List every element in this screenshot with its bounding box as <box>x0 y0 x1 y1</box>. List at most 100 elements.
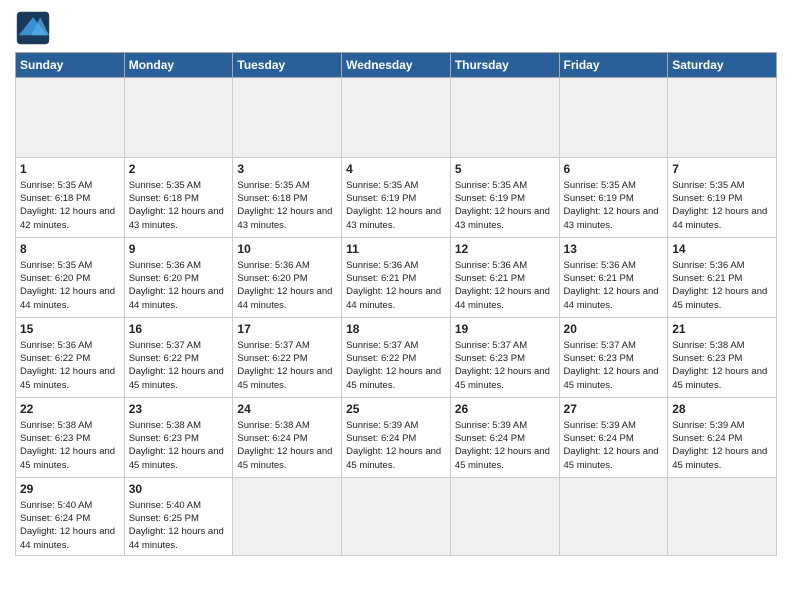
daylight-label: Daylight: 12 hours and 44 minutes. <box>20 286 115 310</box>
sunrise-label: Sunrise: 5:35 AM <box>20 180 92 191</box>
daylight-label: Daylight: 12 hours and 45 minutes. <box>346 366 441 390</box>
calendar-cell: 14 Sunrise: 5:36 AM Sunset: 6:21 PM Dayligh… <box>668 238 777 318</box>
sunrise-label: Sunrise: 5:35 AM <box>564 180 636 191</box>
day-number: 26 <box>455 401 555 418</box>
calendar-cell: 15Sunrise: 5:36 AMSunset: 6:22 PMDayligh… <box>16 318 125 398</box>
daylight-label: Daylight: 12 hours and 45 minutes. <box>20 366 115 390</box>
sunrise-label: Sunrise: 5:38 AM <box>237 420 309 431</box>
calendar-cell: 23Sunrise: 5:38 AMSunset: 6:23 PMDayligh… <box>124 398 233 478</box>
calendar-cell: 16 Sunrise: 5:37 AM Sunset: 6:22 PM Dayligh… <box>124 318 233 398</box>
daylight-label: Daylight: 12 hours and 43 minutes. <box>129 206 224 230</box>
day-number: 23 <box>129 401 229 418</box>
daylight-label: Daylight: 12 hours and 45 minutes. <box>455 366 550 390</box>
sunrise-label: Sunrise: 5:39 AM <box>455 420 527 431</box>
daylight-label: Daylight: 12 hours and 45 minutes. <box>237 366 332 390</box>
sunset-label: Sunset: 6:23 PM <box>455 353 525 364</box>
calendar-table: SundayMondayTuesdayWednesdayThursdayFrid… <box>15 52 777 556</box>
sunrise-label: Sunrise: 5:40 AM <box>20 500 92 511</box>
daylight-label: Daylight: 12 hours and 45 minutes. <box>455 446 550 470</box>
calendar-cell <box>559 78 668 158</box>
sunrise-label: Sunrise: 5:39 AM <box>564 420 636 431</box>
daylight-label: Daylight: 12 hours and 44 minutes. <box>672 206 767 230</box>
sunrise-label: Sunrise: 5:37 AM <box>237 340 309 351</box>
calendar-cell: 13Sunrise: 5:36 AMSunset: 6:21 PMDayligh… <box>559 238 668 318</box>
sunrise-label: Sunrise: 5:37 AM <box>455 340 527 351</box>
col-header-sunday: Sunday <box>16 53 125 78</box>
calendar-cell: 18Sunrise: 5:37 AMSunset: 6:22 PMDayligh… <box>342 318 451 398</box>
daylight-label: Daylight: 12 hours and 44 minutes. <box>129 526 224 550</box>
sunset-label: Sunset: 6:23 PM <box>672 353 742 364</box>
sunset-label: Sunset: 6:19 PM <box>455 193 525 204</box>
day-number: 22 <box>20 401 120 418</box>
day-number: 10 <box>237 241 337 258</box>
sunrise-label: Sunrise: 5:36 AM <box>346 260 418 271</box>
day-number: 27 <box>564 401 664 418</box>
sunset-label: Sunset: 6:23 PM <box>564 353 634 364</box>
day-number: 9 <box>129 241 229 258</box>
day-number: 24 <box>237 401 337 418</box>
col-header-friday: Friday <box>559 53 668 78</box>
sunrise-label: Sunrise: 5:36 AM <box>672 260 744 271</box>
sunrise-label: Sunrise: 5:36 AM <box>129 260 201 271</box>
calendar-cell: 11Sunrise: 5:36 AMSunset: 6:21 PMDayligh… <box>342 238 451 318</box>
calendar-cell <box>559 478 668 556</box>
calendar-cell <box>450 478 559 556</box>
sunrise-label: Sunrise: 5:37 AM <box>129 340 201 351</box>
calendar-cell: 17Sunrise: 5:37 AMSunset: 6:22 PMDayligh… <box>233 318 342 398</box>
col-header-monday: Monday <box>124 53 233 78</box>
daylight-label: Daylight: 12 hours and 45 minutes. <box>129 366 224 390</box>
calendar-cell: 1Sunrise: 5:35 AMSunset: 6:18 PMDaylight… <box>16 158 125 238</box>
day-number: 1 <box>20 161 120 178</box>
day-number: 21 <box>672 321 772 338</box>
sunrise-label: Sunrise: 5:38 AM <box>20 420 92 431</box>
sunset-label: Sunset: 6:20 PM <box>129 273 199 284</box>
daylight-label: Daylight: 12 hours and 45 minutes. <box>564 366 659 390</box>
sunrise-label: Sunrise: 5:35 AM <box>346 180 418 191</box>
calendar-cell: 25Sunrise: 5:39 AMSunset: 6:24 PMDayligh… <box>342 398 451 478</box>
sunrise-label: Sunrise: 5:35 AM <box>455 180 527 191</box>
day-number: 2 <box>129 161 229 178</box>
sunrise-label: Sunrise: 5:35 AM <box>129 180 201 191</box>
day-number: 29 <box>20 481 120 498</box>
day-number: 19 <box>455 321 555 338</box>
calendar-cell: 29Sunrise: 5:40 AMSunset: 6:24 PMDayligh… <box>16 478 125 556</box>
calendar-cell: 21Sunrise: 5:38 AMSunset: 6:23 PMDayligh… <box>668 318 777 398</box>
sunset-label: Sunset: 6:18 PM <box>129 193 199 204</box>
calendar-cell <box>668 478 777 556</box>
calendar-cell: 6Sunrise: 5:35 AMSunset: 6:19 PMDaylight… <box>559 158 668 238</box>
daylight-label: Daylight: 12 hours and 45 minutes. <box>672 446 767 470</box>
calendar-cell: 9Sunrise: 5:36 AMSunset: 6:20 PMDaylight… <box>124 238 233 318</box>
calendar-cell: 10Sunrise: 5:36 AMSunset: 6:20 PMDayligh… <box>233 238 342 318</box>
sunset-label: Sunset: 6:21 PM <box>672 273 742 284</box>
day-number: 16 <box>129 321 229 338</box>
sunset-label: Sunset: 6:21 PM <box>564 273 634 284</box>
col-header-tuesday: Tuesday <box>233 53 342 78</box>
page: SundayMondayTuesdayWednesdayThursdayFrid… <box>0 0 792 612</box>
daylight-label: Daylight: 12 hours and 45 minutes. <box>672 286 767 310</box>
calendar-cell: 19 Sunrise: 5:37 AM Sunset: 6:23 PM Dayligh… <box>450 318 559 398</box>
day-number: 25 <box>346 401 446 418</box>
sunset-label: Sunset: 6:19 PM <box>564 193 634 204</box>
calendar-cell: 7Sunrise: 5:35 AMSunset: 6:19 PMDaylight… <box>668 158 777 238</box>
calendar-header-row: SundayMondayTuesdayWednesdayThursdayFrid… <box>16 53 777 78</box>
sunrise-label: Sunrise: 5:39 AM <box>346 420 418 431</box>
day-number: 30 <box>129 481 229 498</box>
calendar-cell <box>342 478 451 556</box>
daylight-label: Daylight: 12 hours and 44 minutes. <box>564 286 659 310</box>
sunrise-label: Sunrise: 5:38 AM <box>672 340 744 351</box>
sunset-label: Sunset: 6:24 PM <box>672 433 742 444</box>
daylight-label: Daylight: 12 hours and 44 minutes. <box>237 286 332 310</box>
day-number: 14 <box>672 241 772 258</box>
calendar-cell: 24Sunrise: 5:38 AMSunset: 6:24 PMDayligh… <box>233 398 342 478</box>
day-number: 3 <box>237 161 337 178</box>
sunset-label: Sunset: 6:24 PM <box>20 513 90 524</box>
sunrise-label: Sunrise: 5:37 AM <box>346 340 418 351</box>
daylight-label: Daylight: 12 hours and 45 minutes. <box>237 446 332 470</box>
col-header-wednesday: Wednesday <box>342 53 451 78</box>
sunset-label: Sunset: 6:22 PM <box>129 353 199 364</box>
sunset-label: Sunset: 6:20 PM <box>237 273 307 284</box>
daylight-label: Daylight: 12 hours and 43 minutes. <box>564 206 659 230</box>
sunrise-label: Sunrise: 5:36 AM <box>20 340 92 351</box>
calendar-cell: 8Sunrise: 5:35 AMSunset: 6:20 PMDaylight… <box>16 238 125 318</box>
sunset-label: Sunset: 6:23 PM <box>129 433 199 444</box>
